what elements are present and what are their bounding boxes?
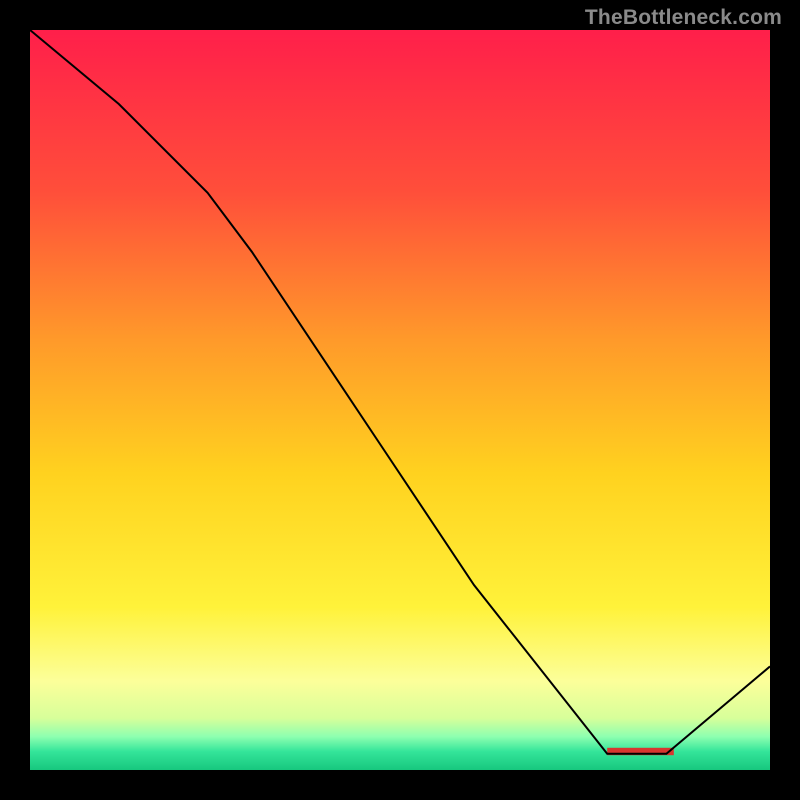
watermark-label: TheBottleneck.com bbox=[585, 6, 782, 30]
gradient-background bbox=[30, 30, 770, 770]
chart-stage: TheBottleneck.com bbox=[0, 0, 800, 800]
plot-area bbox=[30, 30, 770, 770]
plot-svg bbox=[30, 30, 770, 770]
